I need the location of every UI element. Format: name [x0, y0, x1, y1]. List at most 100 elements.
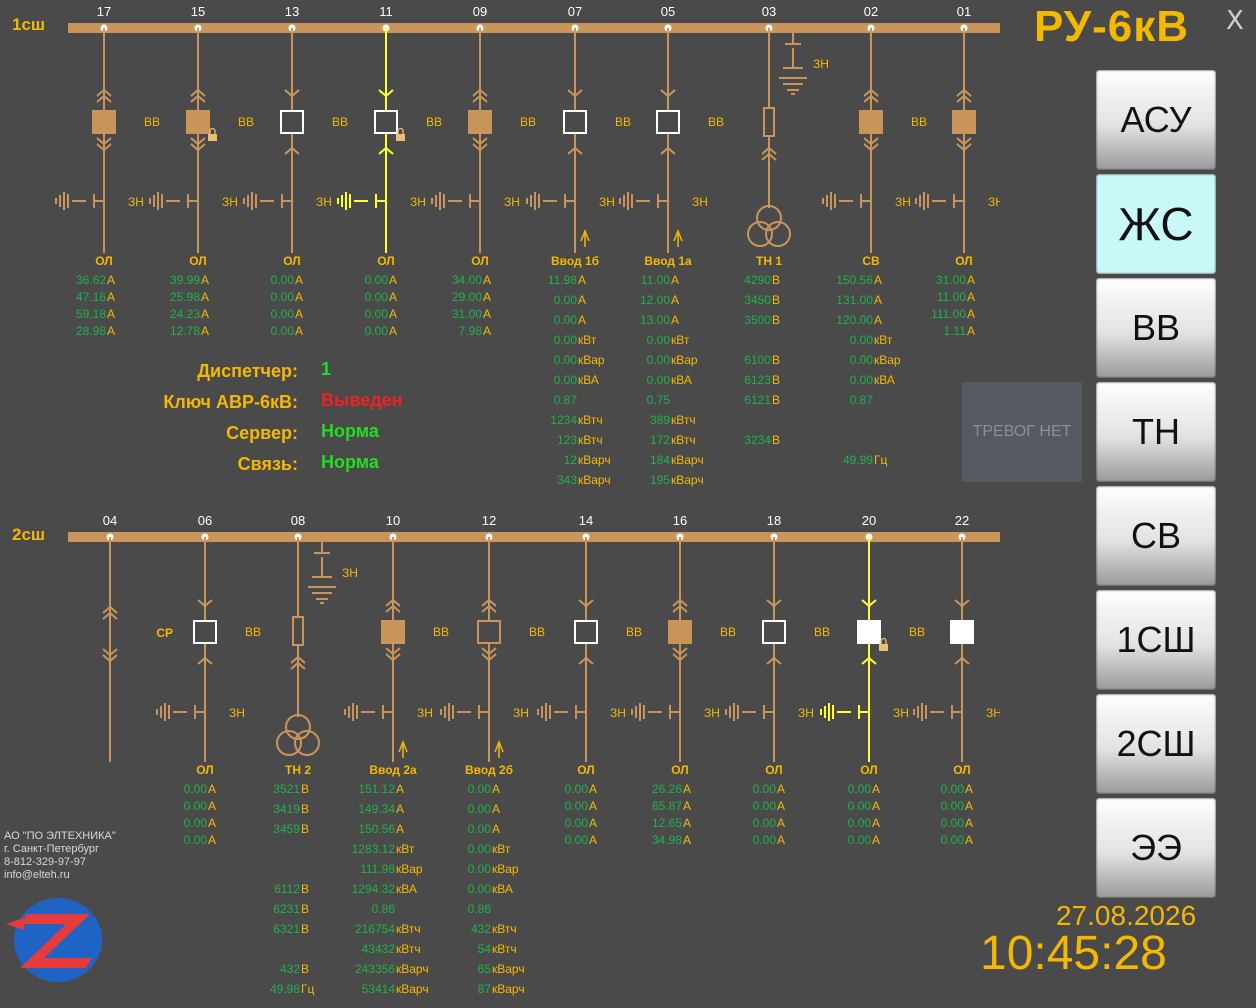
measurement-value: 54 — [478, 942, 492, 956]
measurement-unit: В — [772, 433, 780, 447]
measurement-unit: А — [578, 273, 586, 287]
cell-number: 02 — [864, 4, 878, 19]
measurement-value: 131.00 — [836, 293, 873, 307]
breaker-icon — [762, 620, 786, 644]
measurement-unit: А — [389, 290, 397, 304]
cell-01: 01ВВЗНОЛ31.00А11.00А111.00А1.11А — [915, 4, 1000, 338]
cell-13: 13ВВЗНОЛ0.00 А0.00 А0.00 А0.00 А — [243, 4, 348, 338]
breaker-icon — [668, 620, 692, 644]
status-panel: Диспетчер: 1 Ключ АВР-6кВ: Выведен Сервер: Но… — [163, 359, 402, 474]
measurement-value: 31.00 — [452, 307, 482, 321]
measurement-value: 0.00 — [848, 816, 872, 830]
status-value: Выведен — [321, 390, 403, 410]
measurement-value: 6112 — [274, 882, 300, 896]
status-label: Связь: — [238, 454, 298, 474]
measurement-value: 0.87 — [554, 393, 578, 407]
measurement-unit: Гц — [301, 982, 314, 996]
company-phone: 8-812-329-97-97 — [4, 856, 86, 868]
measurement-value: 195 — [650, 473, 670, 487]
earth-label: ЗН — [316, 195, 332, 209]
close-button[interactable]: X — [1226, 6, 1244, 36]
measurement-value: 12.78 — [170, 324, 200, 338]
measurement-unit: кВт — [671, 333, 690, 347]
measurement-unit: А — [483, 307, 491, 321]
measurement-unit: В — [301, 802, 309, 816]
earth-switch-icon — [913, 703, 962, 721]
status-value: Норма — [321, 452, 380, 472]
breaker-icon — [374, 110, 398, 134]
measurement-value: 0.00 — [365, 307, 389, 321]
measurement-value: 87 — [478, 982, 492, 996]
breaker-label: ВВ — [708, 115, 724, 129]
cell-name: ТН 2 — [285, 763, 311, 777]
bus1-label: 1сш — [12, 15, 45, 34]
breaker-label: ВВ — [426, 115, 442, 129]
measurement-unit: кВтч — [492, 942, 517, 956]
measurement-unit: кВтч — [396, 942, 421, 956]
breaker-label: ВВ — [615, 115, 631, 129]
measurement-value: 0.00 — [848, 782, 872, 796]
nav-button-4[interactable]: ТН — [1096, 382, 1216, 482]
measurement-value: 0.00 — [565, 782, 589, 796]
nav-button-7[interactable]: 2СШ — [1096, 694, 1216, 794]
measurement-value: 39.99 — [170, 273, 200, 287]
measurement-unit: А — [208, 799, 216, 813]
breaker-label: ВВ — [911, 115, 927, 129]
nav-button-3[interactable]: ВВ — [1096, 278, 1216, 378]
breaker-icon — [193, 620, 217, 644]
measurement-value: 3419 — [273, 802, 300, 816]
measurement-value: 28.98 — [76, 324, 106, 338]
measurement-unit: В — [301, 902, 309, 916]
measurement-value: 0.00 — [850, 353, 874, 367]
measurement-unit: кВА — [671, 373, 692, 387]
measurement-value: 0.00 — [753, 782, 777, 796]
measurement-value: 432 — [280, 962, 300, 976]
breaker-icon — [857, 620, 881, 644]
measurement-value: 6123 — [744, 373, 771, 387]
cell-name: ТН 1 — [756, 254, 782, 268]
measurement-value: 0.00 — [468, 882, 492, 896]
measurement-value: 184 — [650, 453, 670, 467]
earth-label: ЗН — [342, 566, 358, 580]
ground-icon — [308, 563, 336, 604]
company-info: АО "ПО ЭЛТЕХНИКА" г. Санкт-Петербург 8-8… — [4, 830, 116, 882]
nav-button-6[interactable]: 1СШ — [1096, 590, 1216, 690]
earth-switch-icon — [725, 703, 774, 721]
breaker-label: ВВ — [720, 625, 736, 639]
earth-switch-icon — [149, 192, 198, 210]
cell-06: 06ВВЗНСРОЛ0.00 А0.00 А0.00 А0.00 А — [156, 513, 261, 847]
measurement-unit: А — [671, 273, 679, 287]
ground-icon — [779, 54, 807, 95]
measurement-value: 0.00 — [848, 799, 872, 813]
nav-button-2[interactable]: ЖС — [1096, 174, 1216, 274]
cell-08: 08ЗНТН 23521 В3419 В3459 В6112 В6231 В6321 В43… — [270, 513, 358, 996]
breaker-label: ВВ — [245, 625, 261, 639]
measurement-value: 0.00 — [850, 333, 874, 347]
nav-button-5[interactable]: СВ — [1096, 486, 1216, 586]
nav-button-8[interactable]: ЭЭ — [1096, 798, 1216, 898]
breaker-label: ВВ — [529, 625, 545, 639]
measurement-unit: кВт — [578, 333, 597, 347]
measurement-value: 0.00 — [271, 324, 295, 338]
measurement-unit: кВтч — [492, 922, 517, 936]
measurement-unit: кВт — [396, 842, 415, 856]
earth-label: ЗН — [988, 195, 1000, 209]
measurement-unit: В — [772, 313, 780, 327]
measurement-unit: А — [201, 273, 209, 287]
measurement-value: 0.00 — [468, 782, 492, 796]
measurement-unit: кВар — [874, 353, 901, 367]
time-display: 10:45:28 — [980, 927, 1167, 980]
cell-number: 20 — [862, 513, 876, 528]
measurement-unit: кВтч — [578, 433, 603, 447]
earth-label: ЗН — [599, 195, 615, 209]
measurement-value: 0.00 — [647, 353, 671, 367]
measurement-value: 4290 — [744, 273, 771, 287]
cell-15: 15ВВЗНОЛ39.99 А25.98 А24.23 А12.78 А — [149, 4, 254, 338]
earth-label: ЗН — [986, 706, 1000, 720]
measurement-unit: кВА — [578, 373, 599, 387]
measurement-unit: А — [396, 782, 404, 796]
measurement-unit: А — [683, 782, 691, 796]
nav-button-1[interactable]: АСУ — [1096, 70, 1216, 170]
measurement-unit: кВарч — [396, 982, 429, 996]
measurement-unit: А — [295, 324, 303, 338]
